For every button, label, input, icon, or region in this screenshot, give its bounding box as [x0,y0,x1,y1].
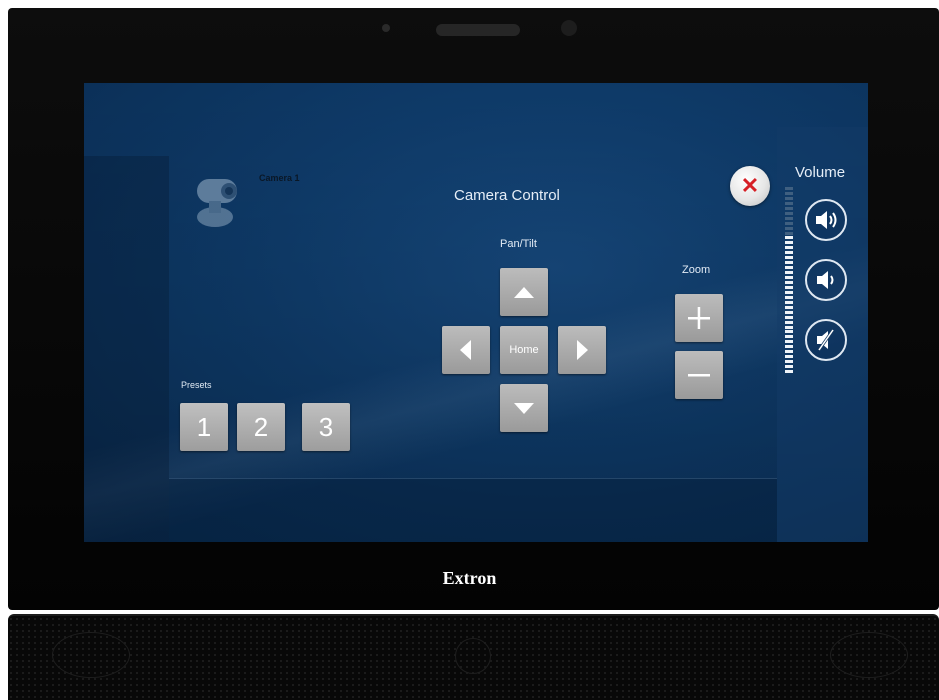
volume-meter-tick [785,187,793,190]
volume-meter-tick [785,340,793,344]
sensor-slot [436,24,520,36]
volume-meter-tick [785,211,793,215]
volume-meter-tick [785,216,793,220]
home-label: Home [509,344,539,356]
speaker-port-left [52,632,130,678]
volume-meter-tick [785,335,793,339]
volume-meter-tick [785,345,793,349]
pan-left-button[interactable] [442,326,490,374]
volume-meter-tick [785,221,793,225]
tilt-down-button[interactable] [500,384,548,432]
arrow-down-icon [514,403,534,414]
volume-meter-tick [785,226,793,230]
volume-meter-tick [785,261,793,265]
zoom-label: Zoom [682,264,711,276]
volume-label: Volume [795,164,846,181]
volume-meter-tick [785,191,793,195]
volume-meter-tick [785,370,793,374]
volume-meter-tick [785,206,793,210]
camera-label: Camera 1 [259,173,300,183]
volume-meter-tick [785,276,793,280]
home-button[interactable]: Home [500,326,548,374]
volume-meter-tick [785,246,793,250]
volume-up-icon [816,211,837,229]
plus-icon [688,307,710,329]
volume-meter-tick [785,196,793,200]
background-image [84,83,868,542]
volume-meter-tick [785,325,793,329]
volume-meter-tick [785,310,793,314]
volume-meter-tick [785,330,793,334]
close-button[interactable]: ✕ [730,166,770,206]
arrow-up-icon [514,287,534,298]
volume-up-button[interactable] [805,199,847,241]
pan-right-button[interactable] [558,326,606,374]
volume-meter-tick [785,285,793,289]
volume-meter-tick [785,355,793,359]
volume-meter [785,187,793,375]
zoom-out-button[interactable] [675,351,723,399]
bottom-band [169,478,777,542]
volume-meter-tick [785,231,793,235]
brand-logo: Extron [442,568,497,588]
mute-button[interactable] [805,319,847,361]
volume-meter-tick [785,251,793,255]
zoom-in-button[interactable] [675,294,723,342]
volume-meter-tick [785,365,793,369]
speaker-port-right [830,632,908,678]
close-icon: ✕ [740,173,760,198]
sensor-dot [382,24,390,32]
volume-meter-tick [785,295,793,299]
tilt-up-button[interactable] [500,268,548,316]
volume-meter-tick [785,315,793,319]
ptz-camera-icon [197,179,237,227]
volume-meter-tick [785,300,793,304]
volume-down-icon [817,271,834,289]
preset-2-button[interactable]: 2 [237,403,285,451]
volume-meter-tick [785,271,793,275]
preset-1-button[interactable]: 1 [180,403,228,451]
arrow-left-icon [460,340,471,360]
speaker-port-center [455,638,491,674]
volume-meter-tick [785,256,793,260]
pan-tilt-label: Pan/Tilt [500,238,537,250]
arrow-right-icon [577,340,588,360]
left-panel [84,156,169,542]
volume-down-button[interactable] [805,259,847,301]
preset-3-button[interactable]: 3 [302,403,350,451]
page-title: Camera Control [454,187,560,204]
volume-meter-tick [785,266,793,270]
touch-panel: Camera 1 Camera Control ✕ Pan/Tilt Home … [0,0,939,700]
volume-meter-tick [785,290,793,294]
touch-screen: Camera 1 Camera Control ✕ Pan/Tilt Home … [84,83,868,542]
volume-meter-tick [785,241,793,245]
volume-meter-tick [785,305,793,309]
volume-meter-tick [785,360,793,364]
mute-icon [817,329,835,351]
volume-meter-tick [785,320,793,324]
volume-meter-tick [785,281,793,284]
volume-meter-tick [785,236,793,240]
volume-meter-tick [785,350,793,354]
presets-label: Presets [181,380,212,390]
camera-lens [561,20,577,36]
volume-meter-tick [785,201,793,205]
minus-icon [688,374,710,377]
